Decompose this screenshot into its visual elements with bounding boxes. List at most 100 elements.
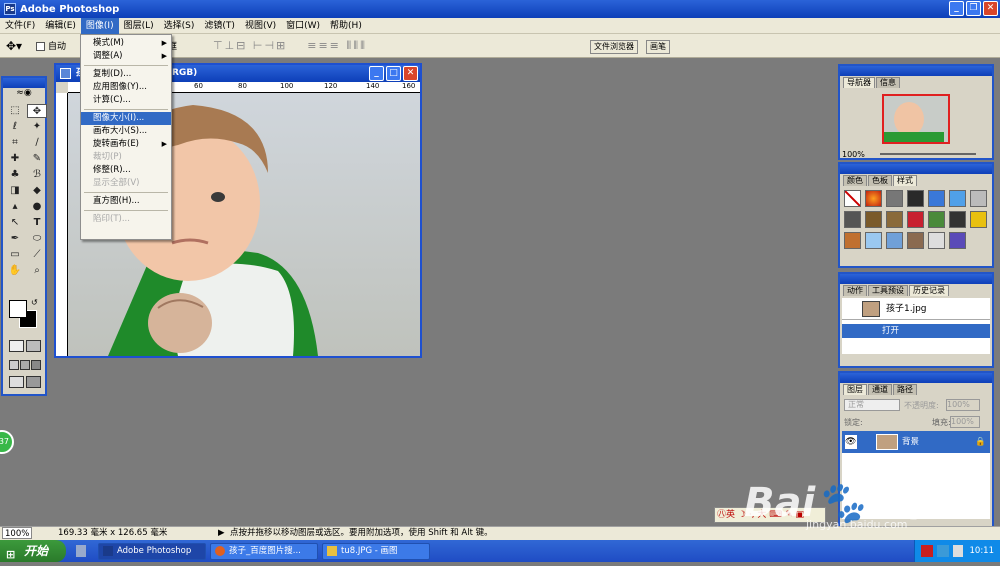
style-swatch[interactable] bbox=[865, 232, 882, 249]
foreground-color-swatch[interactable] bbox=[9, 300, 27, 318]
blur-tool-icon[interactable]: ▴ bbox=[5, 200, 25, 214]
close-button[interactable]: ✕ bbox=[983, 1, 998, 16]
brush-tool-icon[interactable]: ✎ bbox=[27, 152, 47, 166]
bucket-tool-icon[interactable]: ◆ bbox=[27, 184, 47, 198]
move-tool-icon-box[interactable]: ✥ bbox=[27, 104, 47, 118]
menu-edit[interactable]: 编辑(E) bbox=[40, 18, 81, 34]
align-icons[interactable]: ⊤⊥⊟ ⊢⊣⊞ bbox=[213, 39, 287, 52]
tab-info[interactable]: 信息 bbox=[876, 77, 900, 88]
tab-paths[interactable]: 路径 bbox=[893, 384, 917, 395]
menu-item-mode[interactable]: 模式(M) ▶ bbox=[81, 37, 171, 50]
style-swatch[interactable] bbox=[949, 232, 966, 249]
floating-badge[interactable]: 37 bbox=[0, 430, 14, 454]
tab-channels[interactable]: 通道 bbox=[868, 384, 892, 395]
volume-icon[interactable] bbox=[953, 545, 963, 557]
doc-minimize-button[interactable]: _ bbox=[369, 66, 384, 81]
magic-wand-icon[interactable]: ✦ bbox=[27, 120, 47, 134]
status-zoom[interactable]: 100% bbox=[2, 527, 32, 539]
style-swatch[interactable] bbox=[949, 211, 966, 228]
crop-tool-icon[interactable]: ⌗ bbox=[5, 136, 25, 150]
style-swatch[interactable] bbox=[865, 190, 882, 207]
eyedropper-icon[interactable]: ⟋ bbox=[27, 248, 47, 262]
tab-styles[interactable]: 样式 bbox=[893, 175, 917, 186]
menu-window[interactable]: 窗口(W) bbox=[281, 18, 325, 34]
navigator-zoom[interactable]: 100% bbox=[842, 150, 865, 159]
stamp-tool-icon[interactable]: ♣ bbox=[5, 168, 25, 182]
screen-mode-icons[interactable] bbox=[9, 360, 43, 370]
pen-tool-icon[interactable]: ✒ bbox=[5, 232, 25, 246]
dodge-tool-icon[interactable]: ● bbox=[27, 200, 47, 214]
style-swatch[interactable] bbox=[949, 190, 966, 207]
minimize-button[interactable]: _ bbox=[949, 1, 964, 16]
eye-icon[interactable]: 👁 bbox=[845, 435, 857, 449]
type-tool-icon[interactable]: T bbox=[27, 216, 47, 230]
menu-select[interactable]: 选择(S) bbox=[159, 18, 200, 34]
style-swatch[interactable] bbox=[928, 211, 945, 228]
style-swatch[interactable] bbox=[844, 232, 861, 249]
tab-color[interactable]: 颜色 bbox=[843, 175, 867, 186]
history-brush-icon[interactable]: ℬ bbox=[27, 168, 47, 182]
task-browser[interactable]: 孩子_百度图片搜... bbox=[210, 542, 318, 560]
imageready-icons[interactable] bbox=[9, 376, 43, 388]
menu-view[interactable]: 视图(V) bbox=[240, 18, 281, 34]
style-swatch[interactable] bbox=[844, 211, 861, 228]
style-swatch[interactable] bbox=[886, 232, 903, 249]
start-button[interactable]: ⊞ 开始 bbox=[0, 540, 66, 562]
eraser-tool-icon[interactable]: ◨ bbox=[5, 184, 25, 198]
menu-item-canvas-size[interactable]: 画布大小(S)... bbox=[81, 125, 171, 138]
task-photoshop[interactable]: Adobe Photoshop bbox=[98, 542, 206, 560]
style-swatch[interactable] bbox=[865, 211, 882, 228]
marquee-tool-icon[interactable]: ⬚ bbox=[5, 104, 25, 118]
style-swatch[interactable] bbox=[928, 190, 945, 207]
navigator-thumbnail[interactable] bbox=[882, 94, 950, 144]
restore-button[interactable]: ❐ bbox=[966, 1, 981, 16]
menu-image[interactable]: 图像(I) bbox=[80, 17, 119, 34]
navigator-zoom-slider[interactable] bbox=[880, 153, 976, 155]
menu-item-adjust[interactable]: 调整(A) ▶ bbox=[81, 50, 171, 63]
hand-tool-icon[interactable]: ✋ bbox=[5, 264, 25, 278]
tab-tool-presets[interactable]: 工具预设 bbox=[868, 285, 908, 296]
history-snapshot[interactable]: 孩子1.jpg bbox=[842, 298, 990, 320]
move-tool-icon[interactable]: ✥▾ bbox=[6, 39, 22, 53]
menu-help[interactable]: 帮助(H) bbox=[325, 18, 367, 34]
tab-navigator[interactable]: 导航器 bbox=[843, 77, 875, 88]
tab-actions[interactable]: 动作 bbox=[843, 285, 867, 296]
clock[interactable]: 10:11 bbox=[970, 546, 995, 556]
lasso-tool-icon[interactable]: ℓ bbox=[5, 120, 25, 134]
tray-icon[interactable] bbox=[937, 545, 949, 557]
style-swatch[interactable] bbox=[970, 211, 987, 228]
path-select-icon[interactable]: ↖ bbox=[5, 216, 25, 230]
fill-input[interactable]: 100% bbox=[950, 416, 980, 428]
style-swatch[interactable] bbox=[907, 190, 924, 207]
notes-tool-icon[interactable]: ▭ bbox=[5, 248, 25, 262]
shape-tool-icon[interactable]: ⬭ bbox=[27, 232, 47, 246]
distribute-icons[interactable]: ≡≡≡ ⦀⦀⦀ bbox=[307, 39, 367, 53]
opacity-input[interactable]: 100% bbox=[946, 399, 980, 411]
style-swatch[interactable] bbox=[907, 211, 924, 228]
style-swatch[interactable] bbox=[970, 190, 987, 207]
style-swatch[interactable] bbox=[907, 232, 924, 249]
history-state-open[interactable]: 打开 bbox=[842, 324, 990, 338]
status-arrow-icon[interactable]: ▶ bbox=[218, 527, 225, 540]
menu-file[interactable]: 文件(F) bbox=[0, 18, 40, 34]
menu-item-apply-image[interactable]: 应用图像(Y)... bbox=[81, 81, 171, 94]
task-paint[interactable]: tu8.JPG - 画图 bbox=[322, 542, 430, 560]
auto-select-checkbox[interactable] bbox=[36, 42, 46, 51]
swap-colors-icon[interactable]: ↺ bbox=[31, 298, 38, 307]
doc-maximize-button[interactable]: □ bbox=[386, 66, 401, 81]
style-swatch[interactable] bbox=[886, 211, 903, 228]
menu-item-trim[interactable]: 修整(R)... bbox=[81, 164, 171, 177]
tab-layers[interactable]: 图层 bbox=[843, 384, 867, 395]
menu-item-rotate-canvas[interactable]: 旋转画布(E) ▶ bbox=[81, 138, 171, 151]
style-swatch[interactable] bbox=[886, 190, 903, 207]
menu-layer[interactable]: 图层(L) bbox=[119, 18, 159, 34]
menu-item-calculations[interactable]: 计算(C)... bbox=[81, 94, 171, 107]
layer-row-background[interactable]: 👁 背景 🔒 bbox=[842, 431, 990, 453]
healing-brush-icon[interactable]: ✚ bbox=[5, 152, 25, 166]
file-browser-tab[interactable]: 文件浏览器 bbox=[590, 40, 638, 54]
style-swatch[interactable] bbox=[928, 232, 945, 249]
blend-mode-select[interactable]: 正常 bbox=[844, 399, 900, 411]
menu-filter[interactable]: 滤镜(T) bbox=[199, 18, 240, 34]
menu-item-image-size[interactable]: 图像大小(I)... bbox=[81, 112, 171, 125]
quicklaunch-icon[interactable] bbox=[76, 545, 86, 557]
